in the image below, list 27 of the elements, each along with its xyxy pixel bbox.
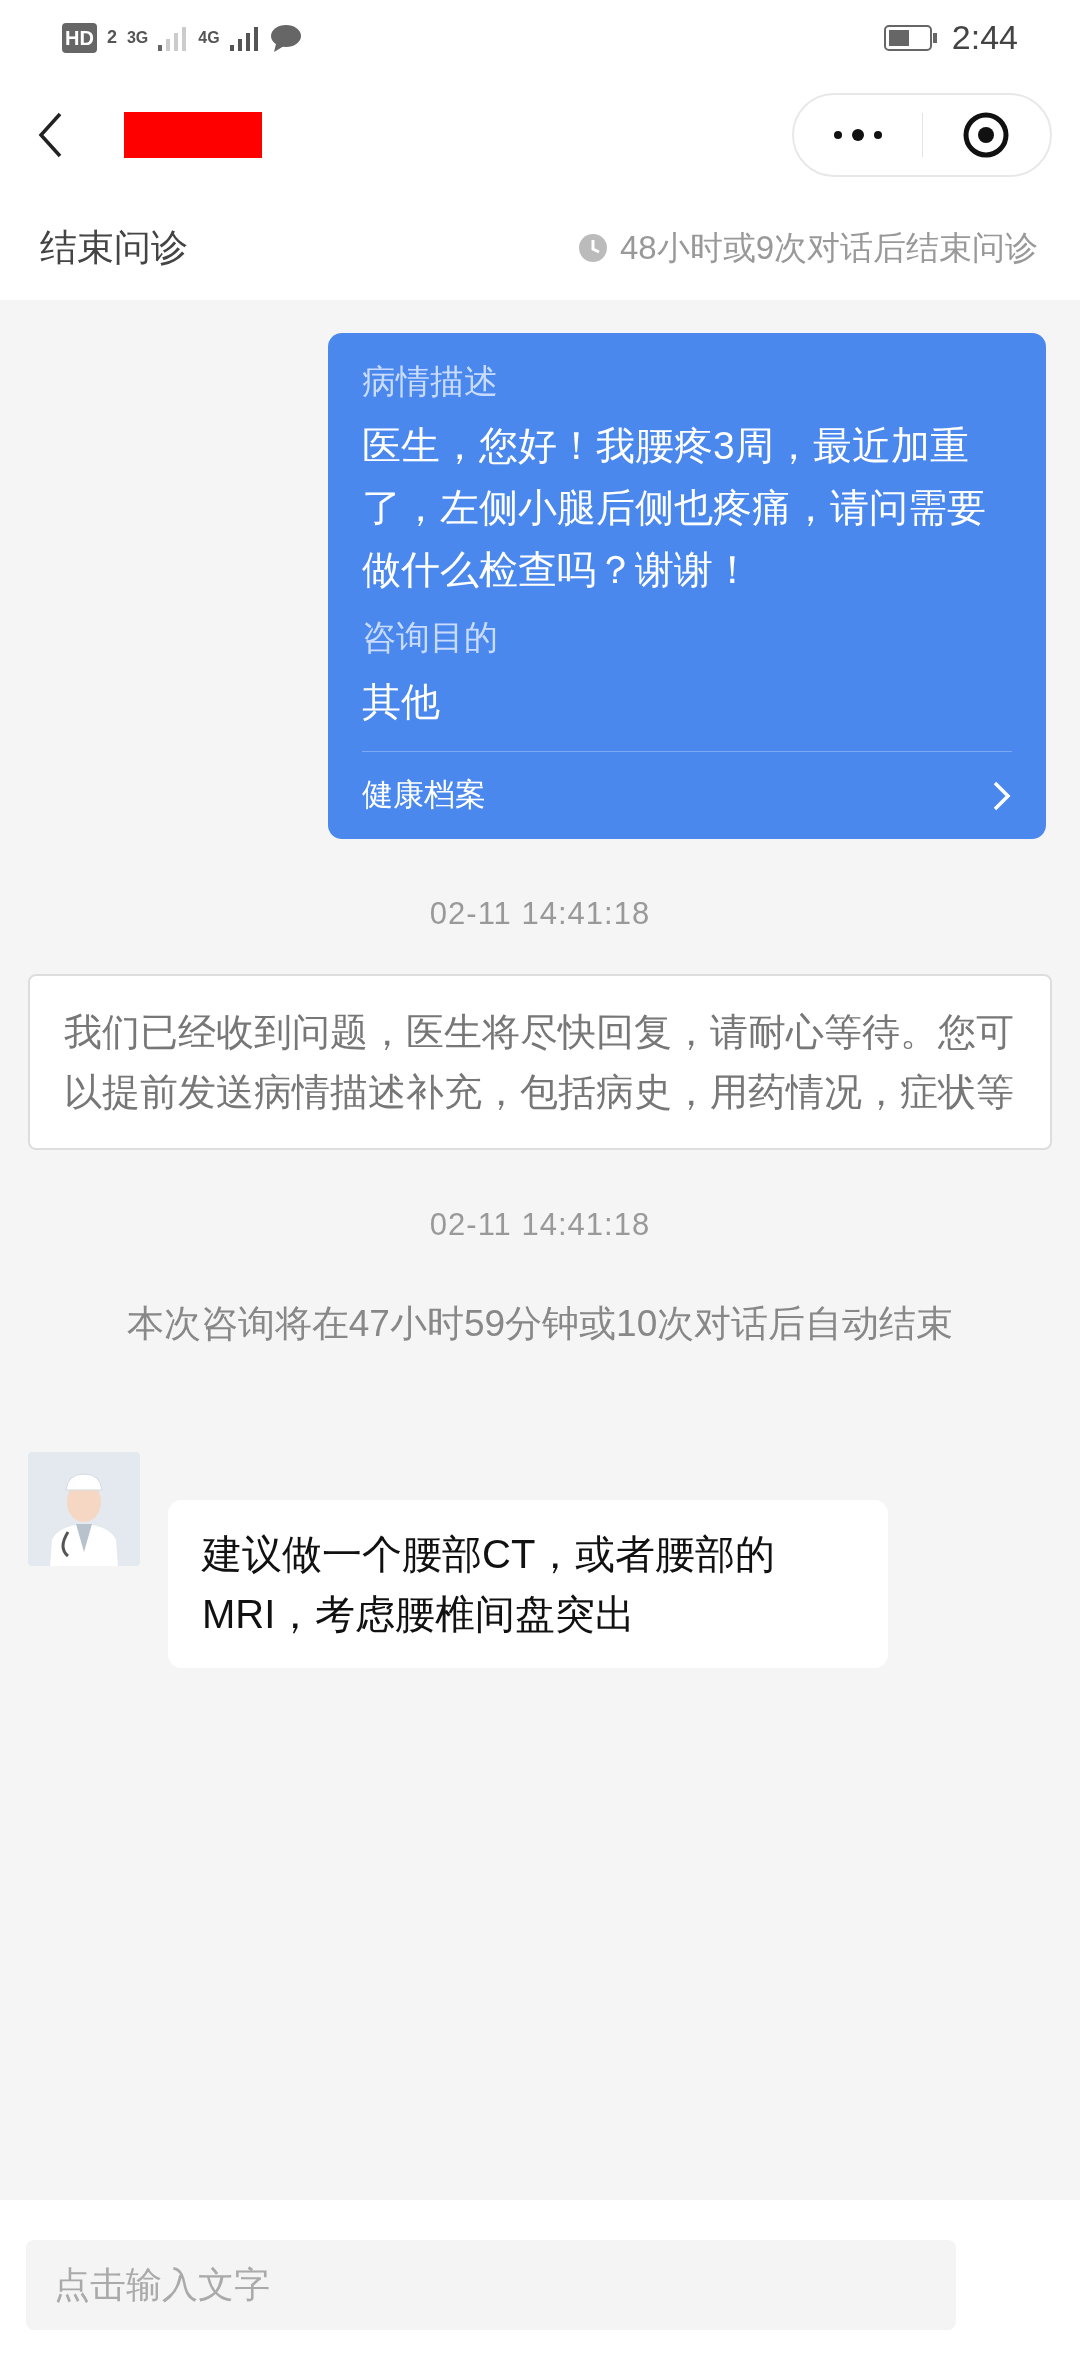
notice-text: 本次咨询将在47小时59分钟或10次对话后自动结束 — [126, 1302, 954, 1346]
message-input[interactable]: 点击输入文字 — [26, 2240, 956, 2330]
battery-icon — [883, 23, 938, 52]
signal-icon — [229, 24, 260, 51]
back-icon — [38, 112, 62, 158]
message-bubble: 建议做一个腰部CT，或者腰部的MRI，考虑腰椎间盘突出 — [168, 1499, 888, 1668]
signal-icon — [158, 24, 189, 51]
message-text: 其他 — [362, 679, 441, 725]
target-icon — [962, 111, 1011, 159]
message-text: 医生，您好！我腰疼3周，最近加重了，左侧小腿后侧也疼痛，请问需要做什么检查吗？谢谢！ — [362, 423, 987, 593]
clock-time: 2:44 — [951, 17, 1018, 58]
section-label: 病情描述 — [362, 361, 499, 402]
network-label: 3G — [126, 27, 149, 48]
timestamp: 02-11 14:41:18 — [429, 1205, 651, 1244]
sim-indicator: 2 — [106, 26, 117, 49]
timestamp: 02-11 14:41:18 — [429, 895, 651, 933]
clock-icon — [577, 232, 608, 263]
chevron-right-icon — [992, 779, 1012, 812]
consultation-limit-text: 48小时或9次对话后结束问诊 — [619, 227, 1038, 268]
section-label: 咨询目的 — [362, 617, 499, 658]
chat-icon — [269, 23, 302, 52]
doctor-avatar-icon — [28, 1451, 140, 1566]
end-consultation-label[interactable]: 结束问诊 — [40, 219, 188, 276]
system-message: 我们已经收到问题，医生将尽快回复，请耐心等待。您可以提前发送病情描述补充，包括病史，用药情况，症状等 — [28, 973, 1052, 1150]
network-label: 4G — [198, 27, 220, 48]
hd-indicator: HD — [62, 22, 97, 53]
more-icon — [831, 128, 884, 142]
